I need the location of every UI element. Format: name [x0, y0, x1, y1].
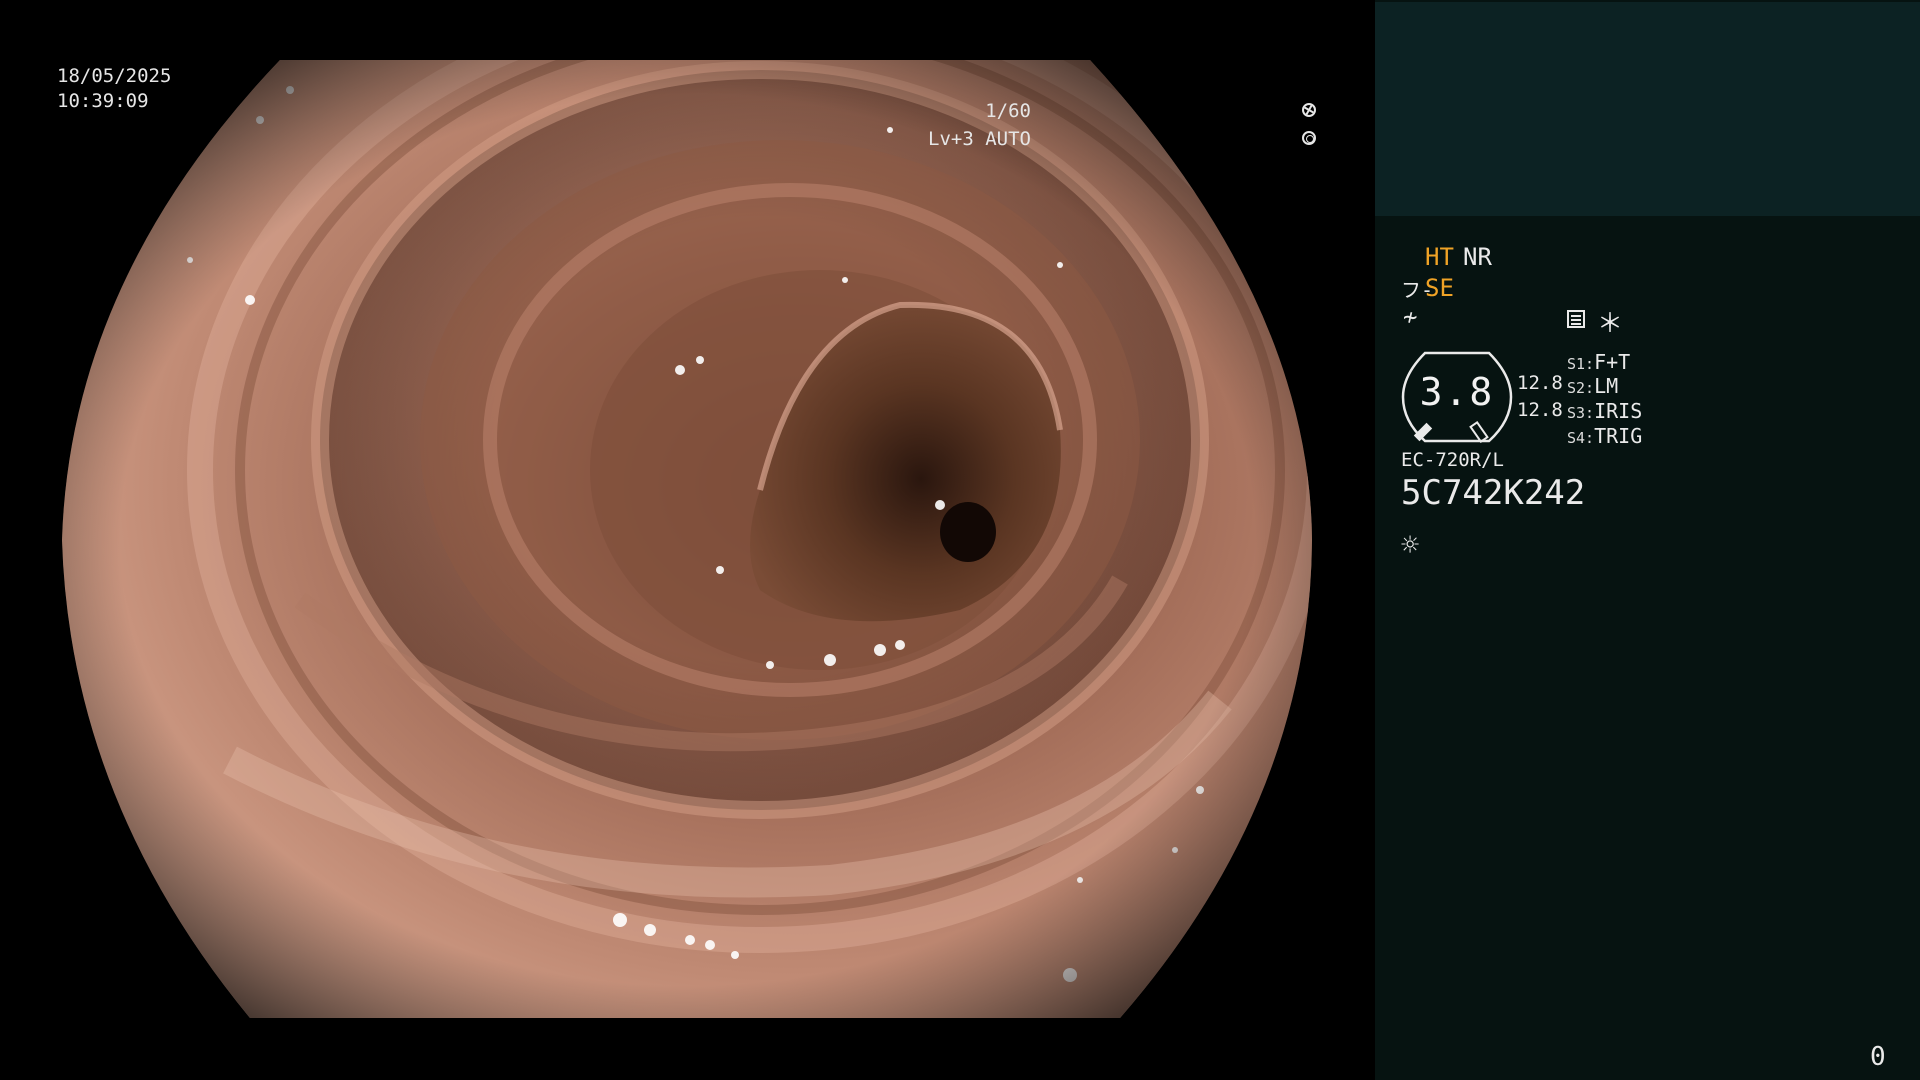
- exam-date: 18/05/2025: [57, 65, 172, 87]
- memo-icon: [1567, 310, 1585, 328]
- endoscopy-monitor: 18/05/2025 10:39:09 1/60 Lv+3 AUTO HT NR…: [0, 0, 1920, 1080]
- switch-3-assignment: S3:IRIS: [1567, 399, 1643, 423]
- colon-lumen-image: [62, 60, 1312, 1018]
- shutter-speed: 1/60: [985, 100, 1031, 122]
- star-icon: ＊: [1597, 309, 1624, 339]
- patient-info-box: [1375, 2, 1920, 216]
- light-source-icon: ☼: [1401, 528, 1420, 563]
- zoom-value: 3.8: [1419, 370, 1495, 414]
- nr-mode-label: NR: [1463, 243, 1492, 271]
- se-mode-label: SE: [1425, 274, 1454, 302]
- iris-icon: [1302, 131, 1316, 145]
- switch-1-assignment: S1:F+T: [1567, 350, 1631, 374]
- scope-model: EC-720R/L: [1401, 449, 1504, 471]
- switch-2-assignment: S2:LM: [1567, 374, 1619, 398]
- zoom-range-bottom: 12.8: [1517, 399, 1563, 421]
- scope-serial-number: 5C742K242: [1401, 473, 1586, 513]
- image-counter: 0: [1870, 1042, 1886, 1072]
- brightness-level: Lv+3 AUTO: [928, 128, 1031, 150]
- ht-mode-label: HT: [1425, 243, 1454, 271]
- info-panel: HT NR フ- SE ≁ ＊ 3.8 12.8 12.8 S1:F+T S2:…: [1375, 0, 1920, 1080]
- shutter-icon: [1302, 103, 1316, 117]
- endoscope-image-view: 18/05/2025 10:39:09 1/60 Lv+3 AUTO: [0, 0, 1375, 1080]
- zoom-range-top: 12.8: [1517, 372, 1563, 394]
- exam-time: 10:39:09: [57, 90, 149, 112]
- sharpness-icon: ≁: [1403, 303, 1418, 331]
- switch-4-assignment: S4:TRIG: [1567, 424, 1643, 448]
